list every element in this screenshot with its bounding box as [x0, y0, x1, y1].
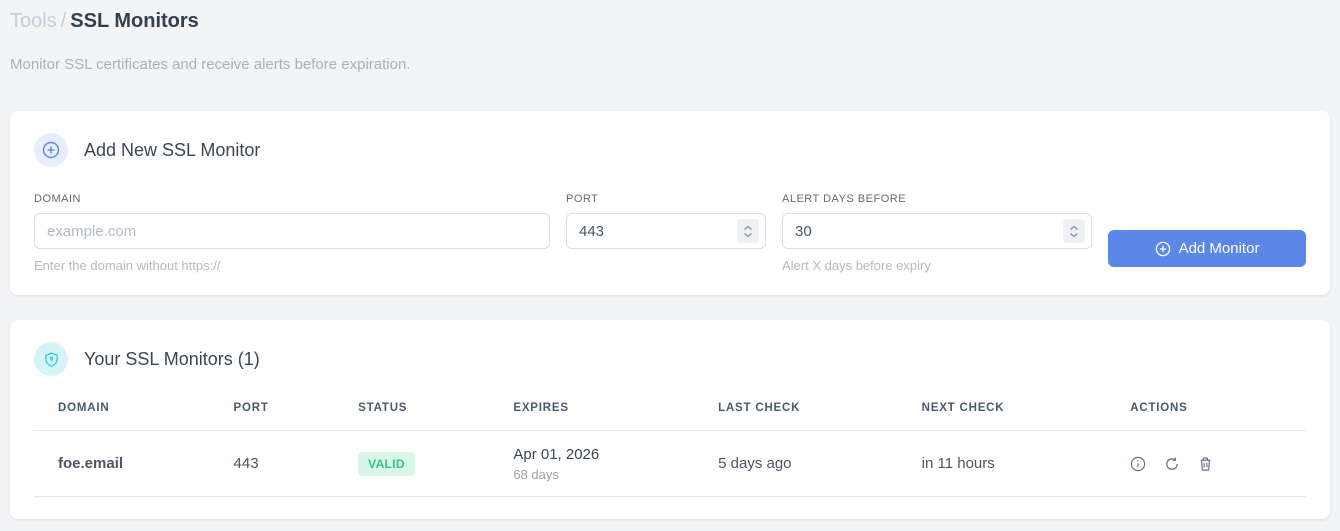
- expires-date: Apr 01, 2026: [513, 445, 600, 463]
- ssl-monitors-page: Tools / SSL Monitors Monitor SSL certifica…: [0, 0, 1340, 529]
- port-input[interactable]: [566, 213, 766, 249]
- domain-input[interactable]: [34, 213, 550, 249]
- col-header-last-check: LAST CHECK: [694, 394, 898, 431]
- domain-helper-text: Enter the domain without https://: [34, 258, 221, 273]
- status-badge: VALID: [358, 451, 415, 476]
- plus-circle-icon: [34, 133, 68, 167]
- breadcrumb-separator: /: [60, 10, 67, 32]
- monitors-list-header: Your SSL Monitors (1): [34, 342, 1306, 376]
- plus-circle-icon: [1155, 241, 1171, 257]
- monitor-port: 443: [209, 430, 335, 497]
- page-subtitle: Monitor SSL certificates and receive ale…: [10, 56, 411, 73]
- domain-field-group: DOMAIN Enter the domain without https://: [34, 193, 550, 273]
- col-header-status: STATUS: [334, 394, 490, 431]
- col-header-expires: EXPIRES: [489, 394, 695, 431]
- submit-column: Add Monitor: [1108, 193, 1306, 273]
- expires-days-remaining: 68 days: [513, 466, 559, 482]
- monitors-table: DOMAIN PORT STATUS EXPIRES LAST CHECK NE…: [34, 394, 1306, 497]
- alert-days-stepper[interactable]: [1063, 219, 1085, 243]
- port-stepper[interactable]: [737, 219, 759, 243]
- monitor-actions-cell: [1106, 430, 1306, 497]
- breadcrumb-tools-link[interactable]: Tools: [10, 10, 57, 32]
- table-header-row: DOMAIN PORT STATUS EXPIRES LAST CHECK NE…: [34, 394, 1306, 431]
- alert-days-helper-text: Alert X days before expiry: [782, 258, 931, 273]
- port-field-group: PORT: [566, 193, 766, 273]
- add-monitor-button[interactable]: Add Monitor: [1108, 230, 1306, 267]
- monitor-expires-cell: Apr 01, 2026 68 days: [489, 430, 695, 497]
- add-monitor-header: Add New SSL Monitor: [34, 133, 1306, 167]
- delete-button[interactable]: [1198, 456, 1213, 472]
- alert-days-field-group: ALERT DAYS BEFORE Alert X days before ex…: [782, 193, 1092, 273]
- col-header-next-check: NEXT CHECK: [897, 394, 1107, 431]
- refresh-button[interactable]: [1164, 456, 1180, 472]
- breadcrumb: Tools / SSL Monitors: [10, 6, 1330, 36]
- monitor-last-check: 5 days ago: [694, 430, 898, 497]
- col-header-domain: DOMAIN: [34, 394, 210, 431]
- add-monitor-form: DOMAIN Enter the domain without https://…: [34, 193, 1306, 273]
- col-header-actions: ACTIONS: [1106, 394, 1306, 431]
- add-monitor-card: Add New SSL Monitor DOMAIN Enter the dom…: [10, 111, 1330, 295]
- col-header-port: PORT: [209, 394, 335, 431]
- alert-days-label: ALERT DAYS BEFORE: [782, 193, 907, 205]
- page-title: SSL Monitors: [70, 10, 199, 32]
- monitor-status-cell: VALID: [334, 430, 490, 497]
- info-button[interactable]: [1130, 456, 1146, 472]
- monitors-list-title: Your SSL Monitors (1): [84, 348, 260, 369]
- port-label: PORT: [566, 193, 599, 205]
- monitor-next-check[interactable]: in 11 hours: [897, 430, 1107, 497]
- trash-icon: [1200, 456, 1211, 471]
- domain-label: DOMAIN: [34, 193, 81, 205]
- add-monitor-button-label: Add Monitor: [1178, 240, 1260, 257]
- monitors-list-card: Your SSL Monitors (1) DOMAIN PORT STATUS…: [10, 320, 1330, 519]
- refresh-icon: [1166, 457, 1179, 470]
- table-row: foe.email 443 VALID Apr 01, 2026 68 days…: [34, 430, 1306, 497]
- shield-lock-icon: [34, 342, 68, 376]
- monitor-domain: foe.email: [34, 430, 210, 497]
- alert-days-input[interactable]: [782, 213, 1092, 249]
- info-icon: [1131, 456, 1146, 471]
- add-monitor-title: Add New SSL Monitor: [84, 139, 261, 160]
